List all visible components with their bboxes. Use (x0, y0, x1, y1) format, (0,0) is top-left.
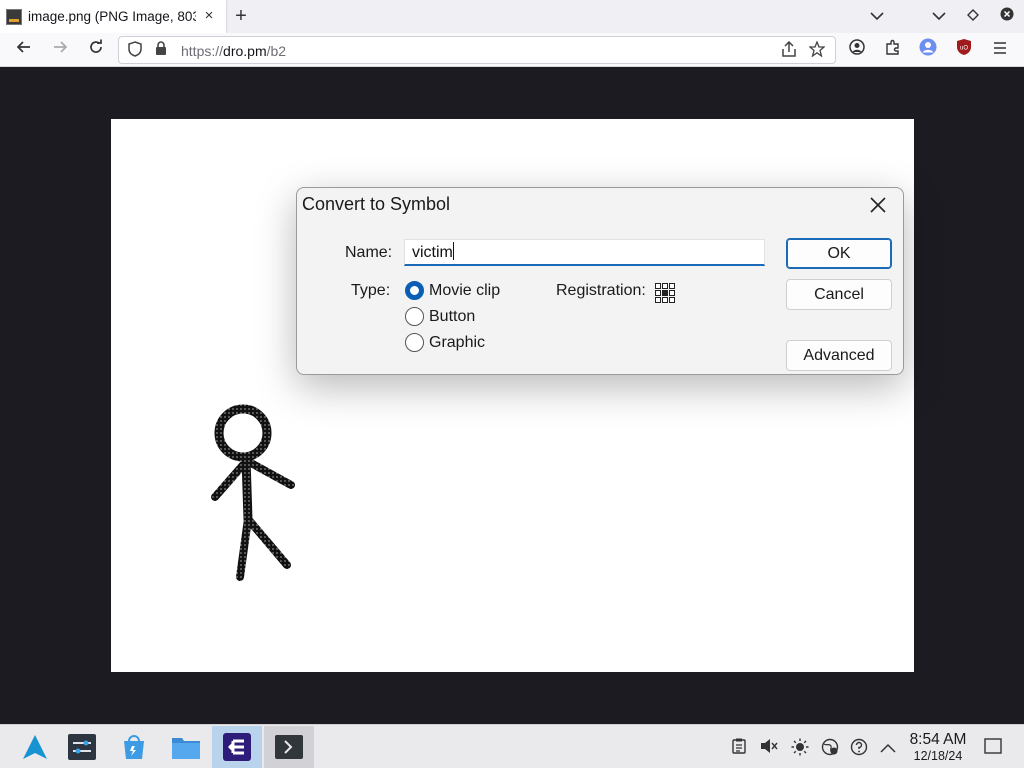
shield-icon[interactable] (125, 41, 145, 61)
animate-app-icon[interactable] (212, 726, 262, 768)
lock-icon[interactable] (151, 41, 171, 61)
reg-point[interactable] (669, 297, 675, 303)
ublock-shield-icon[interactable]: uO (952, 38, 976, 62)
software-store-icon[interactable] (109, 726, 159, 768)
brightness-icon[interactable] (790, 738, 810, 758)
registration-label: Registration: (556, 282, 646, 299)
reg-point[interactable] (662, 283, 668, 289)
taskbar: 8:54 AM 12/18/24 (0, 724, 1024, 768)
tab-strip: image.png (PNG Image, 803 × 553 pixels) … (0, 0, 1024, 33)
dialog-close-icon[interactable] (865, 192, 891, 218)
tab-close-icon[interactable]: × (200, 7, 218, 25)
name-label: Name: (345, 244, 393, 261)
back-arrow-icon[interactable] (12, 38, 36, 62)
terminal-icon[interactable] (264, 726, 314, 768)
volume-muted-icon[interactable] (759, 738, 779, 758)
radio-graphic-label[interactable]: Graphic (429, 334, 485, 352)
svg-text:uO: uO (960, 46, 968, 52)
file-manager-icon[interactable] (161, 726, 211, 768)
tab-title: image.png (PNG Image, 803 × 553 pixels) (28, 9, 196, 24)
reg-point[interactable] (669, 290, 675, 296)
show-desktop-icon[interactable] (983, 738, 1003, 758)
radio-button-label[interactable]: Button (429, 308, 475, 326)
dialog-title: Convert to Symbol (302, 194, 451, 214)
minimize-window-icon[interactable] (928, 6, 950, 26)
clock-time[interactable]: 8:54 AM (905, 731, 971, 749)
reg-point[interactable] (662, 297, 668, 303)
browser-tab[interactable]: image.png (PNG Image, 803 × 553 pixels) … (0, 0, 226, 33)
registration-point-grid-icon[interactable] (655, 283, 675, 303)
list-all-tabs-icon[interactable] (866, 6, 888, 26)
clipboard-icon[interactable] (729, 738, 749, 758)
reg-point[interactable] (669, 283, 675, 289)
hamburger-menu-icon[interactable] (988, 38, 1012, 62)
clock-date[interactable]: 12/18/24 (905, 749, 971, 763)
text-caret (452, 242, 454, 260)
reload-icon[interactable] (84, 38, 108, 62)
app-launcher-icon[interactable] (10, 726, 60, 768)
cancel-button[interactable]: Cancel (786, 279, 892, 310)
help-icon[interactable] (849, 738, 869, 758)
forward-arrow-icon[interactable] (48, 38, 72, 62)
radio-movie-clip[interactable] (405, 281, 424, 300)
type-label: Type: (351, 282, 391, 299)
url-scheme: https:// (181, 43, 224, 59)
navigation-toolbar: https://dro.pm/b2 uO (0, 33, 1024, 67)
radio-movie-clip-label[interactable]: Movie clip (429, 282, 500, 300)
name-field-value: victim (412, 244, 453, 261)
radio-button[interactable] (405, 307, 424, 326)
name-field[interactable]: victim (404, 239, 765, 266)
network-globe-icon[interactable] (820, 738, 840, 758)
share-icon[interactable] (779, 40, 799, 61)
url-host: dro.pm (223, 43, 267, 59)
page-viewport (0, 67, 1024, 724)
new-tab-button[interactable]: + (230, 5, 252, 27)
reg-point[interactable] (655, 290, 661, 296)
reg-point[interactable] (655, 283, 661, 289)
profile-avatar-icon[interactable] (916, 38, 940, 62)
ok-button[interactable]: OK (786, 238, 892, 269)
url-path: /b2 (266, 43, 287, 59)
reg-point[interactable] (655, 297, 661, 303)
url-text[interactable]: https://dro.pm/b2 (181, 43, 286, 59)
chevron-up-icon[interactable] (878, 738, 898, 758)
extensions-puzzle-icon[interactable] (881, 38, 905, 62)
address-bar[interactable]: https://dro.pm/b2 (118, 36, 836, 64)
maximize-window-icon[interactable] (962, 6, 984, 26)
convert-to-symbol-dialog: Convert to Symbol Name: victim Type: Mov… (296, 187, 904, 375)
bookmark-star-icon[interactable] (807, 40, 827, 61)
reg-point-selected[interactable] (662, 290, 668, 296)
system-settings-icon[interactable] (57, 726, 107, 768)
account-icon[interactable] (845, 38, 869, 62)
image-favicon-icon (6, 8, 22, 25)
close-window-icon[interactable] (996, 6, 1018, 26)
radio-graphic[interactable] (405, 333, 424, 352)
advanced-button[interactable]: Advanced (786, 340, 892, 371)
